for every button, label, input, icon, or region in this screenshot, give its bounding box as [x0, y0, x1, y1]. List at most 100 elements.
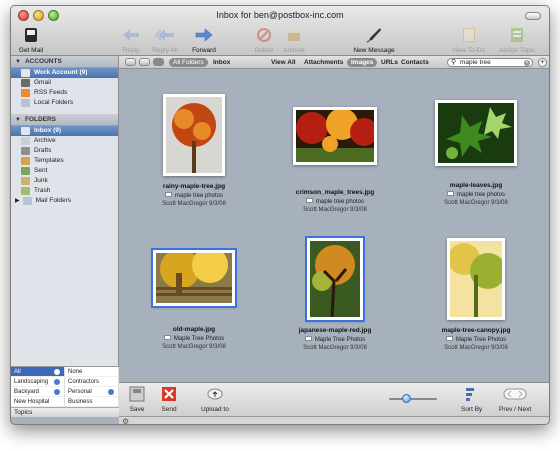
- sidebar-item-label: Drafts: [34, 147, 52, 154]
- filter-contacts[interactable]: Contacts: [401, 58, 429, 67]
- filter-images[interactable]: Images: [347, 58, 378, 67]
- image-card[interactable]: rainy-maple-tree.jpg maple tree photos S…: [129, 94, 259, 207]
- image-meta: Scott MacGregor 9/3/08: [303, 207, 367, 213]
- image-subject-text: Maple Tree Photos: [314, 337, 366, 343]
- forward-button[interactable]: Forward: [176, 26, 232, 54]
- archive-label: Archive: [283, 47, 305, 54]
- sidebar-item-inbox[interactable]: Inbox (9): [11, 126, 118, 136]
- prev-next-icon: [503, 388, 527, 400]
- image-subject: maple tree photos: [305, 198, 364, 205]
- drafts-icon: [21, 147, 30, 155]
- search-value: maple tree: [460, 59, 491, 66]
- sidebar-item-label: Sent: [34, 167, 48, 174]
- image-thumbnail[interactable]: [435, 100, 517, 166]
- sidebar-item-label: Inbox (9): [34, 127, 62, 134]
- topic-personal[interactable]: Personal: [65, 387, 119, 397]
- toolbar-toggle-icon[interactable]: [525, 12, 541, 20]
- topics-row: Backyard Personal: [11, 387, 119, 397]
- sidebar-item-work-account[interactable]: Work Account (9): [11, 68, 118, 78]
- topics-row: Landscaping Contractors: [11, 377, 119, 387]
- add-filter-button[interactable]: +: [538, 58, 547, 67]
- topic-business[interactable]: Business: [65, 397, 119, 407]
- topic-label: Contractors: [68, 379, 100, 385]
- archive-button[interactable]: Archive: [266, 26, 322, 54]
- junk-icon: [21, 177, 30, 185]
- grid-view-icon[interactable]: [153, 58, 164, 66]
- topic-backyard[interactable]: Backyard: [11, 387, 65, 397]
- search-icon: ⚲: [451, 59, 457, 66]
- sidebar-item-archive[interactable]: Archive: [11, 136, 118, 146]
- image-thumbnail[interactable]: [447, 238, 506, 320]
- pen-icon: [364, 26, 384, 44]
- sidebar-item-mail-folders[interactable]: ▶ Mail Folders: [11, 196, 118, 206]
- filter-attachments[interactable]: Attachments: [304, 58, 343, 67]
- clear-search-icon[interactable]: ×: [524, 60, 530, 66]
- sidebar-item-trash[interactable]: Trash: [11, 186, 118, 196]
- upload-button[interactable]: Upload to: [201, 386, 229, 413]
- image-card[interactable]: japanese-maple-red.jpg Maple Tree Photos…: [270, 236, 400, 351]
- get-mail-button[interactable]: Get Mail: [11, 26, 59, 54]
- upload-icon: [207, 388, 223, 400]
- account-icon: [21, 79, 30, 87]
- search-input[interactable]: ⚲ maple tree ×: [447, 58, 533, 67]
- image-meta: Scott MacGregor 9/3/08: [444, 200, 508, 206]
- list-view-icon[interactable]: [125, 58, 136, 66]
- assign-topic-button[interactable]: Assign Topic: [489, 26, 545, 54]
- new-message-button[interactable]: New Message: [346, 26, 402, 54]
- topic-label: Business: [68, 399, 93, 405]
- image-thumbnail[interactable]: [293, 107, 378, 165]
- image-card[interactable]: maple-tree-canopy.jpg Maple Tree Photos …: [411, 238, 541, 351]
- topics-row: All None: [11, 367, 119, 377]
- image-thumbnail[interactable]: [305, 236, 365, 322]
- save-button[interactable]: Save: [129, 386, 145, 413]
- prev-next-button[interactable]: Prev / Next: [499, 386, 531, 413]
- send-button[interactable]: Send: [161, 386, 177, 413]
- sidebar-item-gmail[interactable]: Gmail: [11, 78, 118, 88]
- folders-header[interactable]: ▼ FOLDERS: [11, 114, 118, 126]
- topic-new-hospital[interactable]: New Hospital: [11, 397, 65, 407]
- gear-icon[interactable]: ⚙: [122, 417, 129, 424]
- topics-footer[interactable]: Topics: [11, 407, 119, 417]
- image-filename: crimson_maple_trees.jpg: [295, 189, 375, 196]
- sort-by-button[interactable]: Sort By: [461, 386, 482, 413]
- image-subject-text: maple tree photos: [456, 192, 506, 198]
- sidebar-item-label: Work Account (9): [34, 69, 88, 76]
- sidebar-item-templates[interactable]: Templates: [11, 156, 118, 166]
- image-meta: Scott MacGregor 9/3/08: [162, 201, 226, 207]
- photo-maple-leaves: [438, 103, 514, 163]
- topic-all[interactable]: All: [11, 367, 65, 377]
- new-todo-label: New To-Do: [452, 47, 486, 54]
- topic-contractors[interactable]: Contractors: [65, 377, 119, 387]
- envelope-icon: [163, 335, 171, 340]
- disclosure-down-icon: ▼: [15, 117, 21, 123]
- topic-label: New Hospital: [14, 399, 50, 405]
- image-thumbnail[interactable]: [163, 94, 225, 176]
- sidebar-item-rss-feeds[interactable]: RSS Feeds: [11, 88, 118, 98]
- sidebar-item-label: Trash: [34, 187, 51, 194]
- get-mail-icon: [21, 26, 41, 44]
- accounts-header[interactable]: ▼ ACCOUNTS: [11, 56, 118, 68]
- send-label: Send: [161, 406, 177, 413]
- image-thumbnail[interactable]: [151, 247, 237, 308]
- image-card[interactable]: maple-leaves.jpg maple tree photos Scott…: [411, 100, 541, 206]
- filter-view-all[interactable]: View All: [271, 58, 296, 67]
- accounts-header-label: ACCOUNTS: [24, 58, 62, 65]
- disclosure-right-icon[interactable]: ▶: [15, 196, 20, 206]
- zoom-slider-knob[interactable]: [401, 394, 411, 403]
- sidebar-item-drafts[interactable]: Drafts: [11, 146, 118, 156]
- upload-label: Upload to: [201, 406, 229, 413]
- topic-landscaping[interactable]: Landscaping: [11, 377, 65, 387]
- sidebar-item-junk[interactable]: Junk: [11, 176, 118, 186]
- archive-icon: [284, 26, 304, 44]
- filter-inbox[interactable]: Inbox: [213, 58, 230, 67]
- image-card[interactable]: old-maple.jpg Maple Tree Photos Scott Ma…: [129, 247, 259, 350]
- sidebar-item-label: Junk: [34, 177, 48, 184]
- image-card[interactable]: crimson_maple_trees.jpg maple tree photo…: [270, 107, 400, 213]
- sidebar-item-local-folders[interactable]: Local Folders: [11, 98, 118, 108]
- filter-all-folders[interactable]: All Folders: [169, 58, 208, 67]
- filter-urls[interactable]: URLs: [381, 58, 398, 67]
- column-view-icon[interactable]: [139, 58, 150, 66]
- topic-none[interactable]: None: [65, 367, 119, 377]
- zoom-slider[interactable]: [389, 394, 437, 403]
- sidebar-item-sent[interactable]: Sent: [11, 166, 118, 176]
